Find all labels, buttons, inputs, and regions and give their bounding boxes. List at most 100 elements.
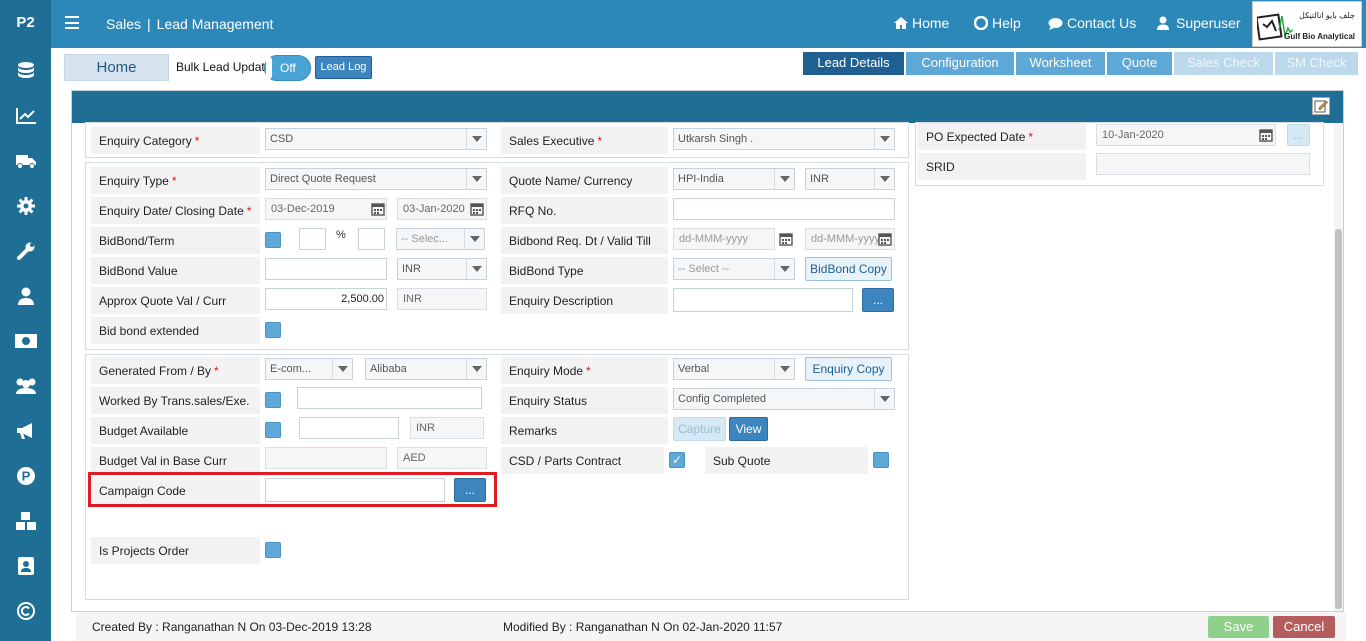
breadcrumb-module[interactable]: Sales [106,16,141,32]
bidbond-copy-button[interactable]: BidBond Copy [805,257,892,281]
percent-sign: % [336,229,346,241]
cubes-icon[interactable] [0,506,51,536]
edit-icon[interactable] [1312,97,1330,115]
bidbond-checkbox[interactable] [265,232,281,248]
sales-executive-select[interactable]: Utkarsh Singh . [673,128,895,150]
quote-currency-select[interactable]: INR [805,168,895,190]
worked-by-checkbox[interactable] [265,392,281,408]
tab-lead-details[interactable]: Lead Details [803,52,904,75]
worked-by-input[interactable] [297,387,482,409]
chevron-down-icon [464,229,484,249]
nav-user[interactable]: Superuser [1157,15,1241,31]
cancel-button[interactable]: Cancel [1273,616,1335,638]
nav-help[interactable]: Help [974,15,1021,31]
chart-line-icon[interactable] [0,101,51,131]
hamburger-menu-icon[interactable] [65,16,79,29]
enquiry-mode-select[interactable]: Verbal [673,358,795,380]
budget-available-input[interactable] [299,417,399,439]
po-expected-date-label: PO Expected Date * [918,123,1086,150]
calendar-icon[interactable] [368,199,388,219]
enquiry-description-input[interactable] [673,288,853,312]
app-logo[interactable]: P2 [0,0,51,48]
budget-base-input [265,447,387,469]
po-expected-more-button: ... [1287,124,1310,146]
tab-worksheet[interactable]: Worksheet [1016,52,1105,75]
database-icon[interactable] [0,56,51,86]
enquiry-type-select[interactable]: Direct Quote Request [265,168,487,190]
budget-currency: INR [410,417,484,439]
enquiry-mode-label: Enquiry Mode * [501,357,668,384]
bidbond-currency-select[interactable]: INR [397,258,487,280]
generated-by-select[interactable]: Alibaba [365,358,487,380]
rfq-input[interactable] [673,198,895,220]
chevron-down-icon [466,359,486,379]
sub-quote-checkbox[interactable] [873,452,889,468]
approx-quote-label: Approx Quote Val / Curr [91,287,260,314]
lead-log-button[interactable]: Lead Log [315,56,372,79]
copyright-icon[interactable] [0,596,51,626]
generated-from-select[interactable]: E-com... [265,358,353,380]
save-button[interactable]: Save [1208,616,1269,638]
budget-available-checkbox[interactable] [265,422,281,438]
nav-contact-us[interactable]: Contact Us [1048,15,1136,31]
home-icon [894,17,908,29]
bidbond-value-input[interactable] [265,258,387,280]
wrench-icon[interactable] [0,236,51,266]
csd-parts-checkbox[interactable]: ✓ [669,452,685,468]
quote-name-select[interactable]: HPI-India [673,168,795,190]
enquiry-status-select[interactable]: Config Completed [673,388,895,410]
user-icon[interactable] [0,281,51,311]
approx-quote-input[interactable]: 2,500.00 [265,288,387,310]
calendar-icon[interactable] [1256,125,1276,145]
bulk-update-toggle[interactable]: Off [264,55,311,81]
chevron-down-icon [466,169,486,189]
bid-bond-extended-checkbox[interactable] [265,322,281,338]
tab-configuration[interactable]: Configuration [906,52,1014,75]
calendar-icon[interactable] [776,229,796,249]
bidbond-term-input[interactable] [358,228,385,250]
brand-logo: جلف بايو انالتيكل Gulf Bio Analytical [1252,1,1362,47]
svg-text:P: P [21,469,30,484]
bidbond-req-label: Bidbond Req. Dt / Valid Till [501,227,668,254]
bulk-lead-update-label: Bulk Lead Update [176,60,272,74]
nav-home[interactable]: Home [894,15,949,31]
users-icon[interactable] [0,371,51,401]
truck-icon[interactable] [0,146,51,176]
nav-contact-label: Contact Us [1067,15,1137,31]
worked-by-label: Worked By Trans.sales/Exe. [91,387,260,414]
user-icon [1157,16,1169,30]
calendar-icon[interactable] [467,199,487,219]
view-remarks-button[interactable]: View [729,417,768,441]
modified-by-text: Modified By : Ranganathan N On 02-Jan-20… [503,620,783,634]
breadcrumb-page: Lead Management [156,16,274,32]
srid-input[interactable] [1096,153,1310,175]
projects-order-checkbox[interactable] [265,542,281,558]
enquiry-description-more-button[interactable]: ... [862,288,894,312]
lifebuoy-icon [974,16,988,30]
calendar-icon[interactable] [875,229,895,249]
enquiry-category-select[interactable]: CSD [265,128,487,150]
money-icon[interactable] [0,326,51,356]
sidebar: P2 P [0,0,51,641]
bidbond-req-date-input[interactable]: dd-MMM-yyyy [673,228,775,250]
po-expected-date-input[interactable]: 10-Jan-2020 [1096,124,1276,146]
bidbond-type-label: BidBond Type [501,257,668,284]
enquiry-copy-button[interactable]: Enquiry Copy [805,357,892,381]
enquiry-date-label: Enquiry Date/ Closing Date * [91,197,260,224]
bullhorn-icon[interactable] [0,416,51,446]
bidbond-type-select[interactable]: -- Select -- [673,258,795,280]
approx-quote-currency: INR [397,288,487,310]
bidbond-term-select[interactable]: -- Selec... [396,228,485,250]
tab-quote[interactable]: Quote [1107,52,1172,75]
gear-icon[interactable] [0,191,51,221]
contact-book-icon[interactable] [0,551,51,581]
chevron-down-icon [874,169,894,189]
budget-base-currency: AED [397,447,487,469]
scrollbar-thumb[interactable] [1335,229,1342,609]
bidbond-percent-input[interactable] [299,228,326,250]
home-button[interactable]: Home [64,54,169,81]
p-circle-icon[interactable]: P [0,461,51,491]
brand-name: Gulf Bio Analytical [1284,32,1355,41]
panel-header [72,91,1343,123]
remarks-label: Remarks [501,417,668,444]
